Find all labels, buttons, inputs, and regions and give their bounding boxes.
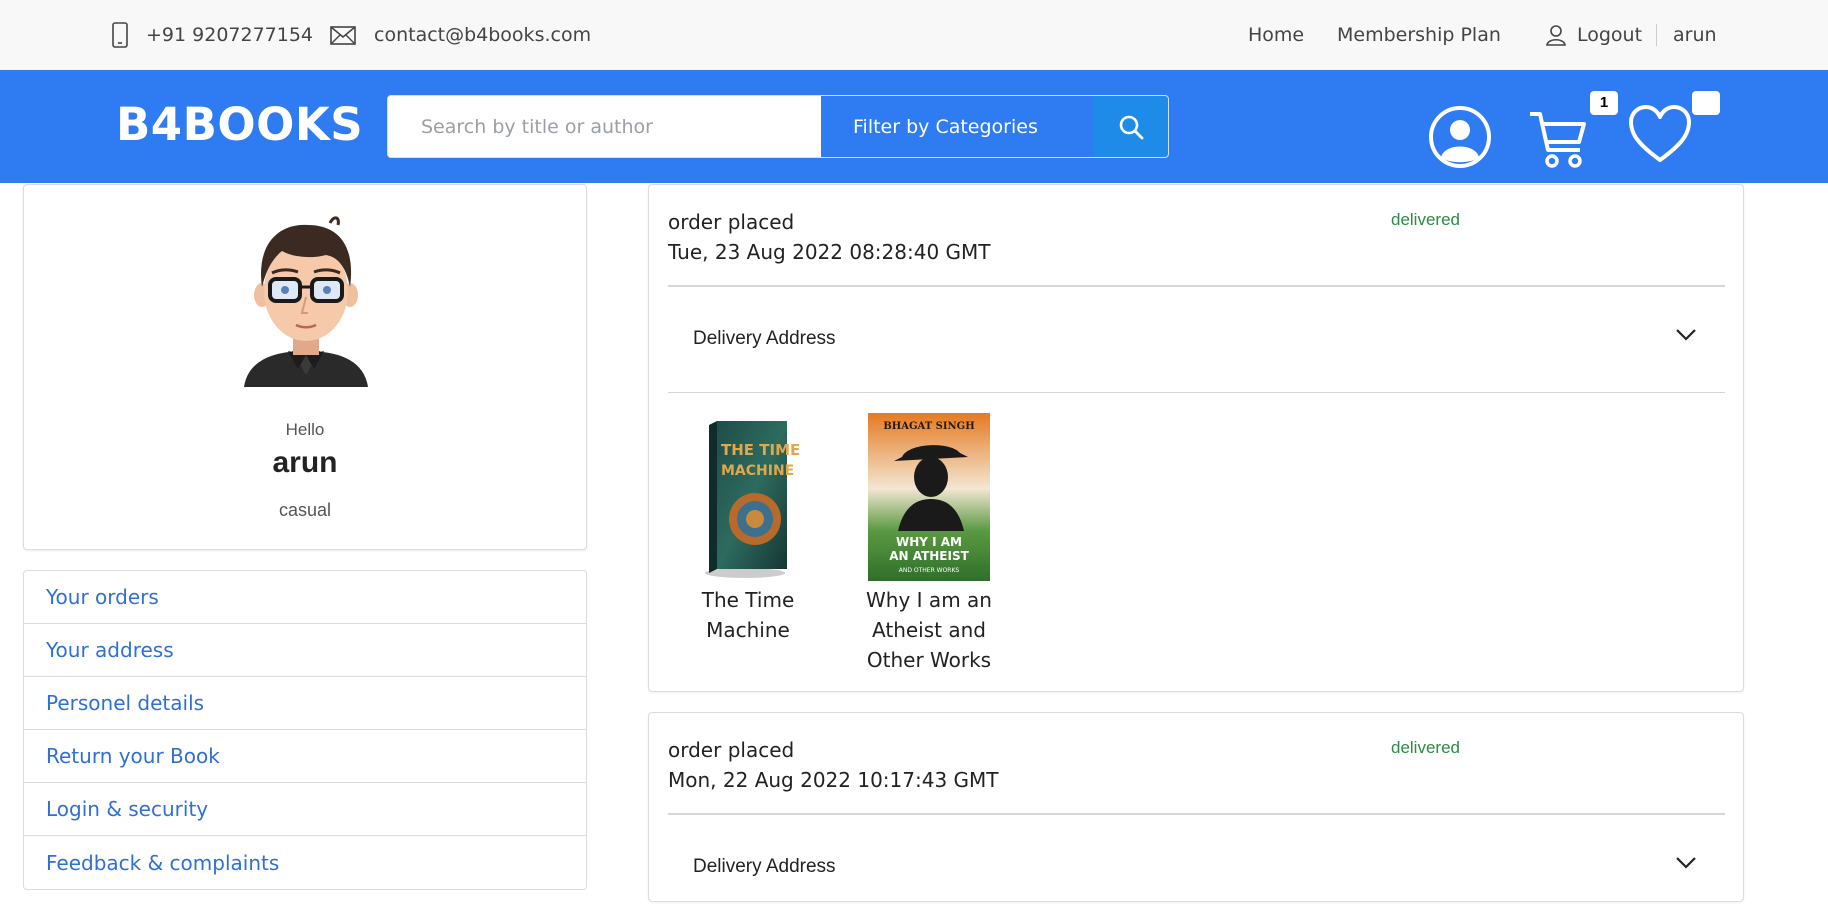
delivery-address-label: Delivery Address bbox=[693, 328, 836, 349]
main-header: B4BOOKS Filter by Categories bbox=[0, 70, 1828, 183]
book-cover-why-i-am-atheist: BHAGAT SINGH WHY I AM AN ATHEIST AND OTH… bbox=[868, 413, 990, 581]
book-title: Why I am an Atheist and Other Works bbox=[866, 588, 992, 672]
greeting-text: Hello bbox=[285, 420, 325, 439]
menu-item-personal-details[interactable]: Personel details bbox=[24, 677, 586, 730]
book-item[interactable]: BHAGAT SINGH WHY I AM AN ATHEIST AND OTH… bbox=[849, 413, 1009, 675]
search-button[interactable] bbox=[1093, 96, 1168, 157]
category-filter-dropdown[interactable]: Filter by Categories bbox=[821, 96, 1093, 157]
book-item[interactable]: THE TIME MACHINE The Time Machine bbox=[668, 413, 828, 675]
menu-item-feedback[interactable]: Feedback & complaints bbox=[24, 836, 586, 889]
profile-username: arun bbox=[272, 446, 338, 479]
search-input[interactable] bbox=[388, 96, 819, 157]
nav-membership-link[interactable]: Membership Plan bbox=[1337, 0, 1501, 70]
order-date: Mon, 22 Aug 2022 10:17:43 GMT bbox=[668, 768, 999, 792]
cart-button[interactable] bbox=[1528, 108, 1590, 175]
order-card: order placed Mon, 22 Aug 2022 10:17:43 G… bbox=[648, 712, 1744, 902]
nav-logout-link[interactable]: Logout bbox=[1545, 0, 1642, 70]
avatar-illustration bbox=[244, 216, 368, 387]
wishlist-button[interactable] bbox=[1628, 104, 1692, 169]
phone-contact[interactable]: +91 9207277154 bbox=[112, 0, 313, 70]
phone-number: +91 9207277154 bbox=[146, 24, 314, 46]
order-placed-label: order placed bbox=[668, 210, 795, 234]
top-contact-bar: +91 9207277154 contact@b4books.com Home … bbox=[0, 0, 1828, 70]
nav-divider bbox=[1656, 24, 1657, 46]
site-logo[interactable]: B4BOOKS bbox=[116, 98, 363, 151]
order-books-list: THE TIME MACHINE The Time Machine BHAGAT… bbox=[668, 413, 1030, 675]
phone-icon bbox=[112, 22, 128, 48]
cart-count-badge: 1 bbox=[1590, 91, 1618, 115]
book-title: The Time Machine bbox=[701, 588, 795, 642]
profile-card: Hello arun casual bbox=[23, 184, 587, 550]
menu-item-your-orders[interactable]: Your orders bbox=[24, 571, 586, 624]
email-contact[interactable]: contact@b4books.com bbox=[330, 0, 591, 70]
account-menu: Your orders Your address Personel detail… bbox=[23, 570, 587, 890]
menu-item-your-address[interactable]: Your address bbox=[24, 624, 586, 677]
cover-title-line-1: WHY I AM bbox=[896, 535, 962, 549]
divider bbox=[668, 392, 1725, 393]
cover-title-line-2: AN ATHEIST bbox=[889, 549, 969, 563]
order-date: Tue, 23 Aug 2022 08:28:40 GMT bbox=[668, 240, 991, 264]
shopping-cart-icon bbox=[1530, 112, 1586, 168]
menu-item-login-security[interactable]: Login & security bbox=[24, 783, 586, 836]
order-card: order placed Tue, 23 Aug 2022 08:28:40 G… bbox=[648, 184, 1744, 692]
wishlist-count-badge: 0 bbox=[1692, 91, 1720, 115]
envelope-icon bbox=[330, 25, 356, 45]
nav-username-link[interactable]: arun bbox=[1673, 0, 1717, 70]
chevron-down-icon bbox=[1676, 857, 1696, 869]
search-icon bbox=[1119, 115, 1144, 139]
order-placed-label: order placed bbox=[668, 738, 795, 762]
account-button[interactable] bbox=[1428, 105, 1492, 174]
cover-title-line-1: THE TIME bbox=[721, 441, 800, 459]
delivery-address-toggle[interactable]: Delivery Address bbox=[668, 286, 1725, 392]
logout-label: Logout bbox=[1577, 24, 1643, 46]
delivery-address-label: Delivery Address bbox=[693, 856, 836, 877]
membership-tier: casual bbox=[278, 500, 332, 520]
cover-title-line-2: MACHINE bbox=[721, 463, 794, 479]
avatar bbox=[238, 205, 374, 389]
book-cover-time-machine: THE TIME MACHINE bbox=[687, 413, 809, 581]
cover-author: BHAGAT SINGH bbox=[883, 421, 974, 432]
account-circle-icon bbox=[1429, 106, 1491, 168]
email-address: contact@b4books.com bbox=[374, 24, 592, 46]
order-status-badge: delivered bbox=[1391, 210, 1460, 229]
user-outline-icon bbox=[1546, 25, 1566, 46]
cover-subtitle: AND OTHER WORKS bbox=[899, 567, 960, 574]
nav-home-link[interactable]: Home bbox=[1248, 0, 1304, 70]
heart-icon bbox=[1629, 105, 1691, 162]
search-bar: Filter by Categories bbox=[387, 95, 1169, 158]
menu-item-return-book[interactable]: Return your Book bbox=[24, 730, 586, 783]
chevron-down-icon bbox=[1676, 329, 1696, 341]
order-status-badge: delivered bbox=[1391, 738, 1460, 757]
delivery-address-toggle[interactable]: Delivery Address bbox=[668, 814, 1725, 920]
